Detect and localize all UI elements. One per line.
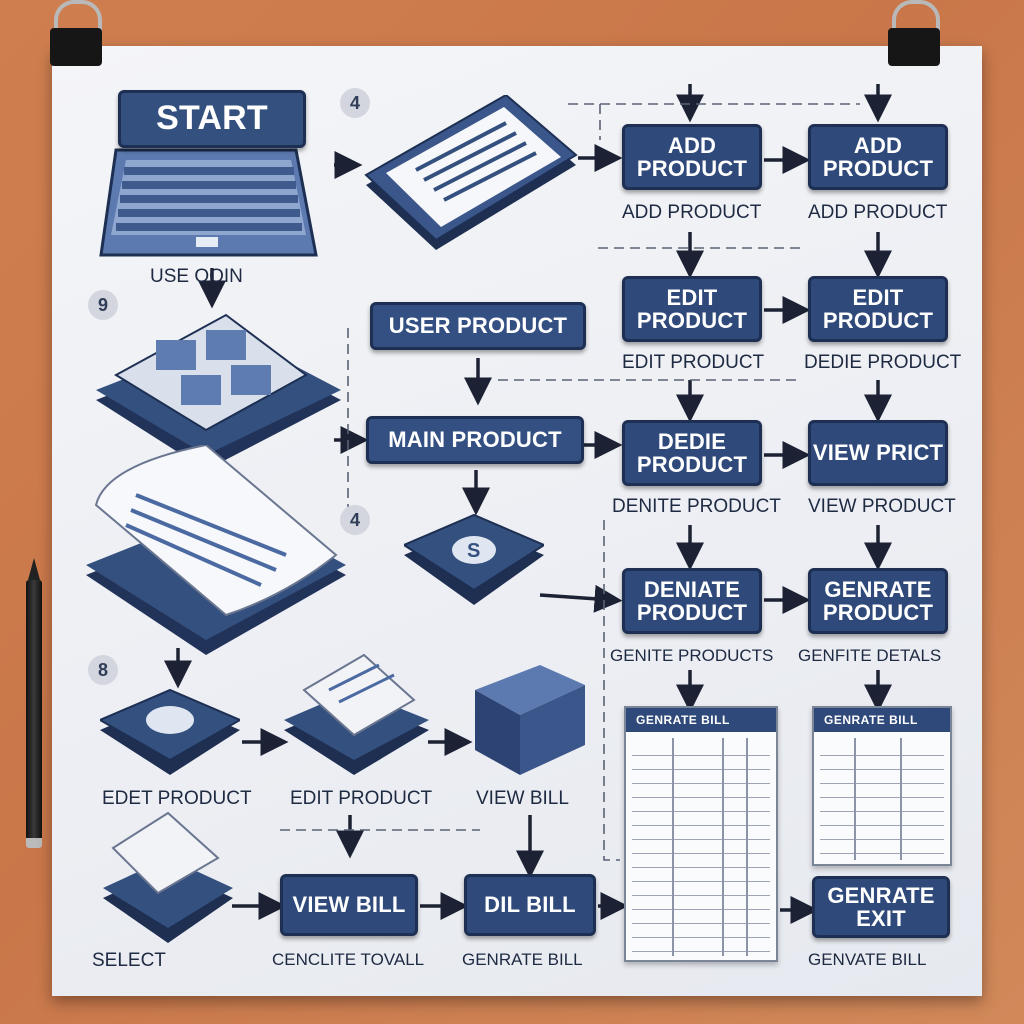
generate-details-box: GENRATE PRODUCT: [808, 568, 948, 634]
generate-exit-box: GENRATE EXIT: [812, 876, 950, 938]
step-number: 9: [88, 290, 118, 320]
laptop-icon: [99, 148, 318, 257]
printed-bill-icon: [86, 445, 346, 655]
edet-product-label: EDET PRODUCT: [102, 788, 252, 809]
generate-products-label: GENITE PRODUCTS: [610, 646, 774, 665]
denite-product-label: DENITE PRODUCT: [612, 496, 781, 517]
paper-stack-icon: [284, 653, 429, 775]
view-product-label: VIEW PRODUCT: [808, 496, 956, 517]
select-label: SELECT: [92, 950, 166, 971]
bill-box: DIL BILL: [464, 874, 596, 936]
box-icon: [100, 688, 240, 775]
document-icon: [364, 95, 578, 250]
view-product-box: VIEW PRICT: [808, 420, 948, 486]
binder-clip-icon: [878, 0, 948, 70]
dollar-stack-icon: S: [404, 513, 544, 605]
svg-text:S: S: [467, 540, 480, 562]
binder-clip-icon: [40, 0, 110, 70]
bill-tray-icon: [103, 811, 233, 943]
bill-table: GENRATE BILL: [812, 706, 952, 866]
edit-product-label: EDIT PRODUCT: [622, 352, 765, 373]
generate-product-box: DENIATE PRODUCT: [622, 568, 762, 634]
generate-bill-label: GENVATE BILL: [808, 950, 927, 969]
delete-product-label: DEDIE PRODUCT: [804, 352, 962, 373]
view-bill-box: VIEW BILL: [280, 874, 418, 936]
main-product-box: MAIN PRODUCT: [366, 416, 584, 464]
generate-bill-label: GENRATE BILL: [462, 950, 583, 969]
user-product-box: USER PRODUCT: [370, 302, 586, 350]
start-box: START: [118, 90, 306, 148]
bill-table-header: GENRATE BILL: [626, 708, 776, 732]
view-bill-label: VIEW BILL: [476, 788, 569, 809]
edit-product-box: EDIT PRODUCT: [622, 276, 762, 342]
bill-table: GENRATE BILL: [624, 706, 778, 962]
add-product-label: ADD PRODUCT: [622, 202, 762, 223]
edit-product-box: EDIT PRODUCT: [808, 276, 948, 342]
pen-icon: [26, 558, 42, 848]
bill-table-header: GENRATE BILL: [814, 708, 950, 732]
step-number: 4: [340, 505, 370, 535]
add-product-box: ADD PRODUCT: [622, 124, 762, 190]
view-bill-box-icon: [475, 665, 585, 775]
calculate-total-label: CENCLITE TOVALL: [272, 950, 425, 969]
delete-product-box: DEDIE PRODUCT: [622, 420, 762, 486]
step-number: 8: [88, 655, 118, 685]
add-product-box: ADD PRODUCT: [808, 124, 948, 190]
step-number: 4: [340, 88, 370, 118]
generate-details-label: GENFITE DETALS: [798, 646, 942, 665]
edit-product-label: EDIT PRODUCT: [290, 788, 433, 809]
use-login-label: USE OOIN: [150, 266, 243, 287]
add-product-label: ADD PRODUCT: [808, 202, 948, 223]
